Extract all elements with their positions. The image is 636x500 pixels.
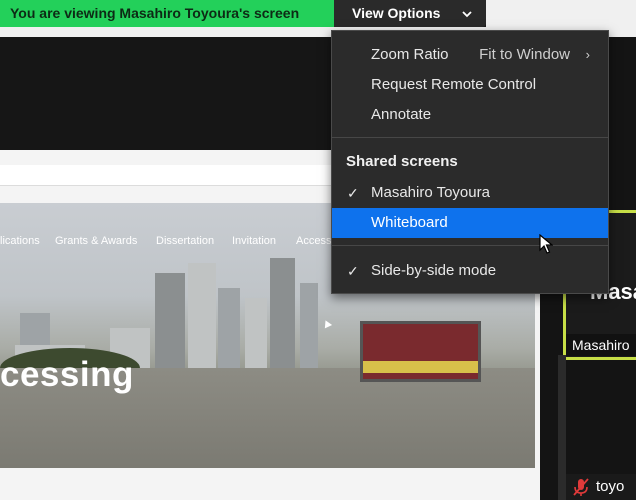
panel-scrollbar[interactable] <box>558 355 566 500</box>
building <box>155 273 185 373</box>
participant-name-label: Masahiro <box>566 334 636 356</box>
zoom-ratio-value: Fit to Window <box>479 46 570 63</box>
nav-item: Grants & Awards <box>55 235 138 247</box>
menu-separator <box>332 137 608 138</box>
view-options-button[interactable]: View Options <box>334 0 486 27</box>
viewing-banner-text: You are viewing Masahiro Toyoura's scree… <box>10 5 300 21</box>
annotate-label: Annotate <box>371 106 432 123</box>
chevron-down-icon <box>462 0 472 27</box>
shared-screen-label: Masahiro Toyoura <box>371 184 490 201</box>
building <box>270 258 295 373</box>
menu-item-side-by-side-mode[interactable]: ✓ Side-by-side mode <box>332 256 608 286</box>
menu-item-zoom-ratio[interactable]: Zoom Ratio Fit to Window › <box>332 40 608 70</box>
shared-page-title: cessing <box>0 355 134 394</box>
participant-bottom-name: toyo <box>596 478 625 495</box>
nav-item: Dissertation <box>156 235 215 247</box>
zoom-ratio-label: Zoom Ratio <box>371 46 449 63</box>
menu-item-shared-screen-whiteboard[interactable]: Whiteboard <box>332 208 608 238</box>
check-icon: ✓ <box>347 185 359 201</box>
billboard <box>360 321 481 382</box>
request-remote-control-label: Request Remote Control <box>371 76 537 93</box>
menu-item-shared-screen-masahiro[interactable]: ✓ Masahiro Toyoura <box>332 178 608 208</box>
menu-item-annotate[interactable]: Annotate <box>332 100 608 130</box>
view-options-menu: Zoom Ratio Fit to Window › Request Remot… <box>331 30 609 294</box>
nav-item: lications <box>0 235 40 247</box>
zoom-meeting-window: You are viewing Masahiro Toyoura's scree… <box>0 0 636 500</box>
menu-separator <box>332 245 608 246</box>
microphone-muted-icon <box>570 476 592 498</box>
shared-screens-header: Shared screens <box>346 153 458 170</box>
nav-item: Access <box>296 235 332 247</box>
participant-bottom-tag: toyo <box>566 474 636 500</box>
building <box>245 298 267 373</box>
building <box>188 263 216 373</box>
nav-item: Invitation <box>232 235 277 247</box>
submenu-arrow-icon: › <box>585 47 590 62</box>
building <box>300 283 318 373</box>
side-by-side-label: Side-by-side mode <box>371 262 497 279</box>
viewing-banner: You are viewing Masahiro Toyoura's scree… <box>0 0 334 27</box>
mouse-pointer-icon <box>539 234 553 254</box>
building <box>218 288 240 373</box>
menu-item-request-remote-control[interactable]: Request Remote Control <box>332 70 608 100</box>
check-icon: ✓ <box>347 263 359 279</box>
shared-screen-label: Whiteboard <box>371 214 448 231</box>
billboard-strip <box>363 361 478 373</box>
view-options-label: View Options <box>352 5 441 21</box>
